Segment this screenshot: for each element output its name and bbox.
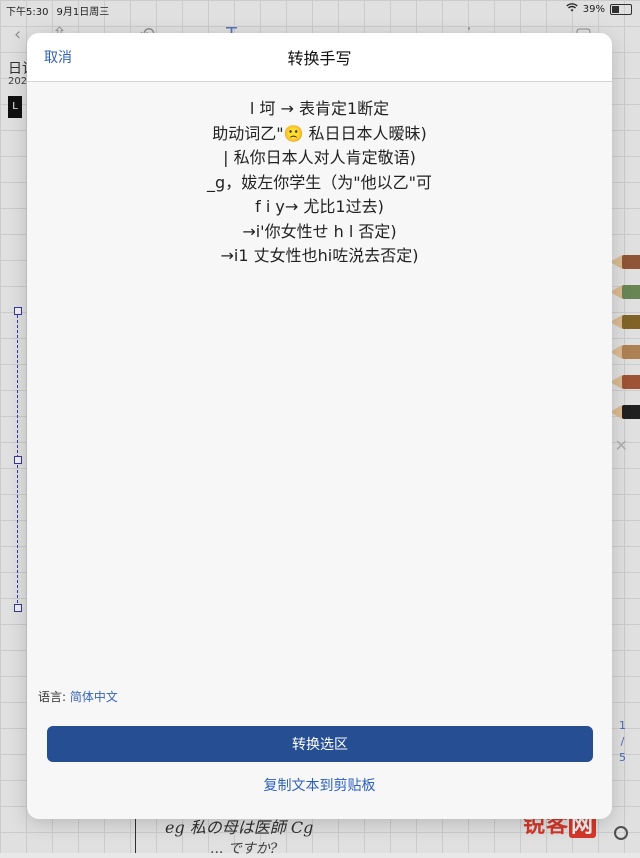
converted-text-area[interactable]: l 坷 → 表肯定1断定 助动词乙"🙁 私日日本人暧昧) | 私你日本人对人肯定…	[27, 97, 612, 269]
language-selector[interactable]: 语言: 简体中文	[38, 688, 118, 705]
convert-handwriting-dialog: 取消 转换手写 l 坷 → 表肯定1断定 助动词乙"🙁 私日日本人暧昧) | 私…	[27, 33, 612, 819]
language-value[interactable]: 简体中文	[70, 690, 118, 704]
converted-line: | 私你日本人对人肯定敬语)	[223, 148, 416, 167]
converted-line: l 坷 → 表肯定1断定	[249, 99, 390, 118]
copy-to-clipboard-link[interactable]: 复制文本到剪贴板	[27, 775, 612, 795]
convert-selection-button[interactable]: 转换选区	[47, 726, 593, 762]
converted-line: →i'你女性せ h l 否定)	[242, 221, 397, 241]
dialog-title: 转换手写	[287, 49, 352, 68]
converted-line: →i1 丈女性也hi咗涚去否定)	[220, 246, 419, 265]
dialog-header: 取消 转换手写	[27, 33, 612, 82]
converted-line: 助动词乙"🙁 私日日本人暧昧)	[212, 123, 427, 143]
converted-line: _g，妭左你学生（为"他以乙"可	[207, 172, 432, 192]
language-label: 语言:	[38, 690, 67, 704]
converted-line: f i y→ 尤比1过去)	[255, 197, 384, 216]
